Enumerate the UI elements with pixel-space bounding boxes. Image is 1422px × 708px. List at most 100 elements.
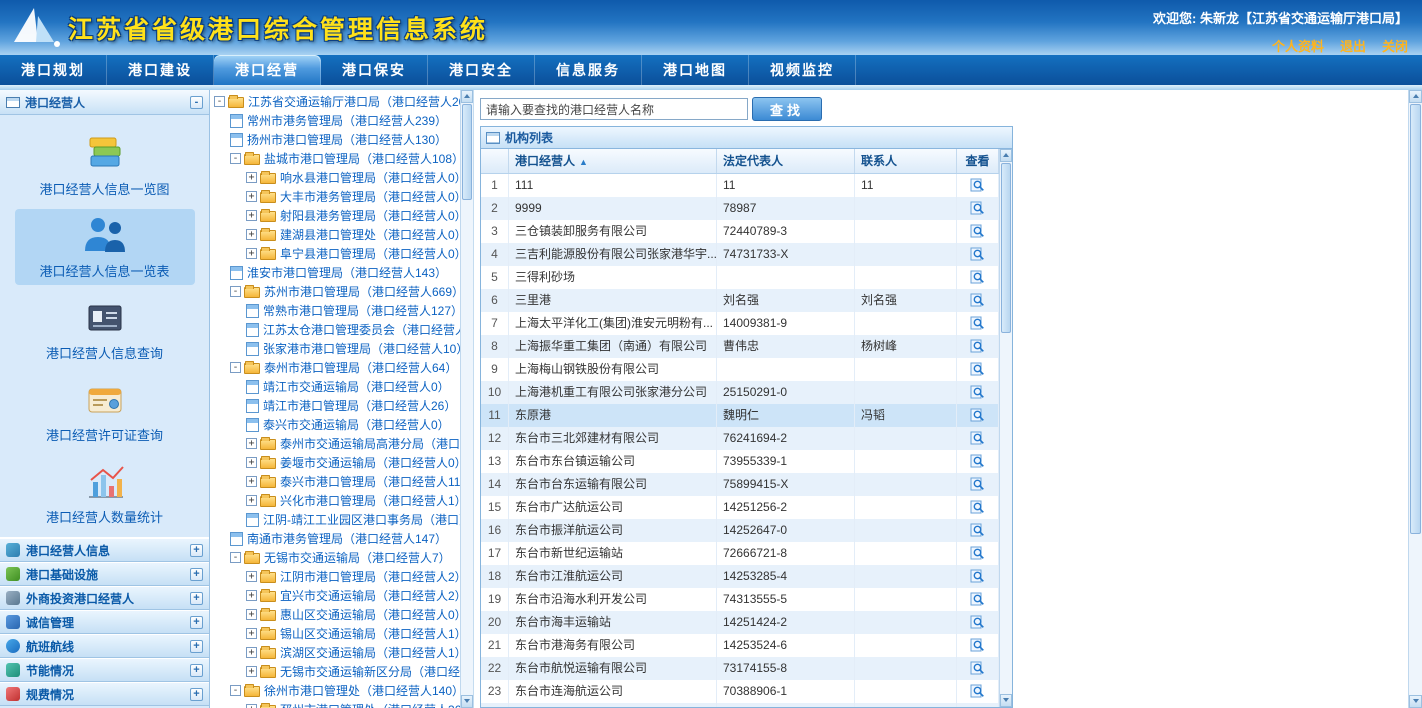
table-row[interactable]: 19 东台市沿海水利开发公司 74313555-5 xyxy=(481,588,999,611)
tree-node[interactable]: 常熟市港口管理局（港口经营人127） xyxy=(210,301,460,320)
tree-node[interactable]: 靖江市交通运输局（港口经营人0） xyxy=(210,377,460,396)
tree-toggle-icon[interactable] xyxy=(230,286,241,297)
accordion-item-fees[interactable]: 规费情况 + xyxy=(0,682,209,706)
view-icon[interactable] xyxy=(970,178,985,197)
table-row[interactable]: 16 东台市振洋航运公司 14252647-0 xyxy=(481,519,999,542)
close-link[interactable]: 关闭 xyxy=(1382,36,1408,55)
tree-node[interactable]: 无锡市交通运输新区分局（港口经营） xyxy=(210,662,460,681)
accordion-item-credit-management[interactable]: 诚信管理 + xyxy=(0,610,209,634)
tree-node[interactable]: 淮安市港口管理局（港口经营人143） xyxy=(210,263,460,282)
table-row[interactable]: 14 东台市台东运输有限公司 75899415-X xyxy=(481,473,999,496)
tree-toggle-icon[interactable] xyxy=(246,191,257,202)
table-row[interactable]: 20 东台市海丰运输站 14251424-2 xyxy=(481,611,999,634)
table-row[interactable]: 7 上海太平洋化工(集团)淮安元明粉有... 14009381-9 xyxy=(481,312,999,335)
table-row[interactable]: 22 东台市航悦运输有限公司 73174155-8 xyxy=(481,657,999,680)
search-button[interactable]: 查找 xyxy=(752,97,822,121)
search-input[interactable] xyxy=(480,98,748,120)
table-scrollbar[interactable] xyxy=(999,149,1012,707)
view-icon[interactable] xyxy=(970,546,985,565)
tree-node[interactable]: 惠山区交通运输局（港口经营人0） xyxy=(210,605,460,624)
accordion-item-infrastructure[interactable]: 港口基础设施 + xyxy=(0,562,209,586)
tree-node[interactable]: 苏州市港口管理局（港口经营人669） xyxy=(210,282,460,301)
sidebar-item-license-query[interactable]: 港口经营许可证查询 xyxy=(15,373,195,449)
table-row[interactable]: 8 上海振华重工集团（南通）有限公司 曹伟忠 杨树峰 xyxy=(481,335,999,358)
table-row[interactable]: 10 上海港机重工有限公司张家港分公司 25150291-0 xyxy=(481,381,999,404)
tree-toggle-icon[interactable] xyxy=(246,248,257,259)
tab-port-safety[interactable]: 港口安全 xyxy=(428,55,535,85)
table-row[interactable]: 13 东台市东台镇运输公司 73955339-1 xyxy=(481,450,999,473)
tab-port-security[interactable]: 港口保安 xyxy=(321,55,428,85)
view-icon[interactable] xyxy=(970,592,985,611)
tree-toggle-icon[interactable] xyxy=(246,495,257,506)
tree-node[interactable]: 锡山区交通运输局（港口经营人1） xyxy=(210,624,460,643)
tree-node[interactable]: 靖江市港口管理局（港口经营人26） xyxy=(210,396,460,415)
tree-node[interactable]: 泰州市交通运输局高港分局（港口经） xyxy=(210,434,460,453)
view-icon[interactable] xyxy=(970,362,985,381)
tab-info-service[interactable]: 信息服务 xyxy=(535,55,642,85)
table-row[interactable]: 3 三仓镇装卸服务有限公司 72440789-3 xyxy=(481,220,999,243)
tree-node[interactable]: 盐城市港口管理局（港口经营人108） xyxy=(210,149,460,168)
expand-button[interactable]: + xyxy=(190,688,203,701)
tree-toggle-icon[interactable] xyxy=(246,590,257,601)
view-icon[interactable] xyxy=(970,385,985,404)
view-icon[interactable] xyxy=(970,615,985,634)
tree-node[interactable]: 宜兴市交通运输局（港口经营人2） xyxy=(210,586,460,605)
tree-toggle-icon[interactable] xyxy=(246,210,257,221)
tree-node[interactable]: 泰州市港口管理局（港口经营人64） xyxy=(210,358,460,377)
tree-node[interactable]: 江苏省交通运输厅港口局（港口经营人2007） xyxy=(210,92,460,111)
table-row[interactable]: 17 东台市新世纪运输站 72666721-8 xyxy=(481,542,999,565)
expand-button[interactable]: + xyxy=(190,544,203,557)
tree-node[interactable]: 兴化市港口管理局（港口经营人1） xyxy=(210,491,460,510)
scrollbar-thumb[interactable] xyxy=(462,104,472,200)
view-icon[interactable] xyxy=(970,523,985,542)
tree-node[interactable]: 大丰市港务管理局（港口经营人0） xyxy=(210,187,460,206)
tree-node[interactable]: 射阳县港务管理局（港口经营人0） xyxy=(210,206,460,225)
accordion-item-routes[interactable]: 航班航线 + xyxy=(0,634,209,658)
table-row[interactable]: 9 上海梅山钢铁股份有限公司 xyxy=(481,358,999,381)
page-scrollbar[interactable] xyxy=(1408,90,1422,708)
table-row[interactable]: 1 111 11 11 xyxy=(481,174,999,197)
view-icon[interactable] xyxy=(970,477,985,496)
tree-node[interactable]: 邳州市港口管理处（港口经营人36） xyxy=(210,700,460,708)
tree-node[interactable]: 建湖县港口管理处（港口经营人0） xyxy=(210,225,460,244)
tree-node[interactable]: 徐州市港口管理处（港口经营人140） xyxy=(210,681,460,700)
table-row[interactable]: 2 9999 78987 xyxy=(481,197,999,220)
accordion-item-operator-info[interactable]: 港口经营人信息 + xyxy=(0,538,209,562)
scrollbar-thumb[interactable] xyxy=(1001,163,1011,333)
accordion-item-foreign-investment[interactable]: 外商投资港口经营人 + xyxy=(0,586,209,610)
expand-button[interactable]: + xyxy=(190,640,203,653)
tree-toggle-icon[interactable] xyxy=(246,229,257,240)
tree-node[interactable]: 江阴市港口管理局（港口经营人2） xyxy=(210,567,460,586)
tree-toggle-icon[interactable] xyxy=(246,609,257,620)
tree-toggle-icon[interactable] xyxy=(246,438,257,449)
tree-scrollbar[interactable] xyxy=(460,90,473,708)
tab-port-construction[interactable]: 港口建设 xyxy=(107,55,214,85)
tree-toggle-icon[interactable] xyxy=(246,476,257,487)
tree-node[interactable]: 响水县港口管理局（港口经营人0） xyxy=(210,168,460,187)
scroll-up-button[interactable] xyxy=(1000,149,1012,162)
collapse-button[interactable]: - xyxy=(190,96,203,109)
tree-toggle-icon[interactable] xyxy=(246,666,257,677)
view-icon[interactable] xyxy=(970,661,985,680)
tree-node[interactable]: 滨湖区交通运输局（港口经营人1） xyxy=(210,643,460,662)
tree-toggle-icon[interactable] xyxy=(246,628,257,639)
col-operator[interactable]: 港口经营人▲ xyxy=(509,149,717,173)
expand-button[interactable]: + xyxy=(190,664,203,677)
tree-node[interactable]: 泰兴市交通运输局（港口经营人0） xyxy=(210,415,460,434)
sidebar-item-operator-statistics[interactable]: 港口经营人数量统计 xyxy=(15,455,195,531)
tree-node[interactable]: 扬州市港口管理局（港口经营人130） xyxy=(210,130,460,149)
view-icon[interactable] xyxy=(970,638,985,657)
logout-link[interactable]: 退出 xyxy=(1340,36,1366,55)
tree-toggle-icon[interactable] xyxy=(246,647,257,658)
sidebar-item-operator-info-query[interactable]: 港口经营人信息查询 xyxy=(15,291,195,367)
expand-button[interactable]: + xyxy=(190,568,203,581)
tree-node[interactable]: 泰兴市港口管理局（港口经营人11） xyxy=(210,472,460,491)
accordion-item-energy[interactable]: 节能情况 + xyxy=(0,658,209,682)
view-icon[interactable] xyxy=(970,201,985,220)
table-row[interactable]: 24 东台市通海运输公司 74103485-6 xyxy=(481,703,999,707)
tree-node[interactable]: 江阴-靖江工业园区港口事务局（港口） xyxy=(210,510,460,529)
expand-button[interactable]: + xyxy=(190,592,203,605)
view-icon[interactable] xyxy=(970,684,985,703)
tab-port-map[interactable]: 港口地图 xyxy=(642,55,749,85)
tree-node[interactable]: 无锡市交通运输局（港口经营人7） xyxy=(210,548,460,567)
